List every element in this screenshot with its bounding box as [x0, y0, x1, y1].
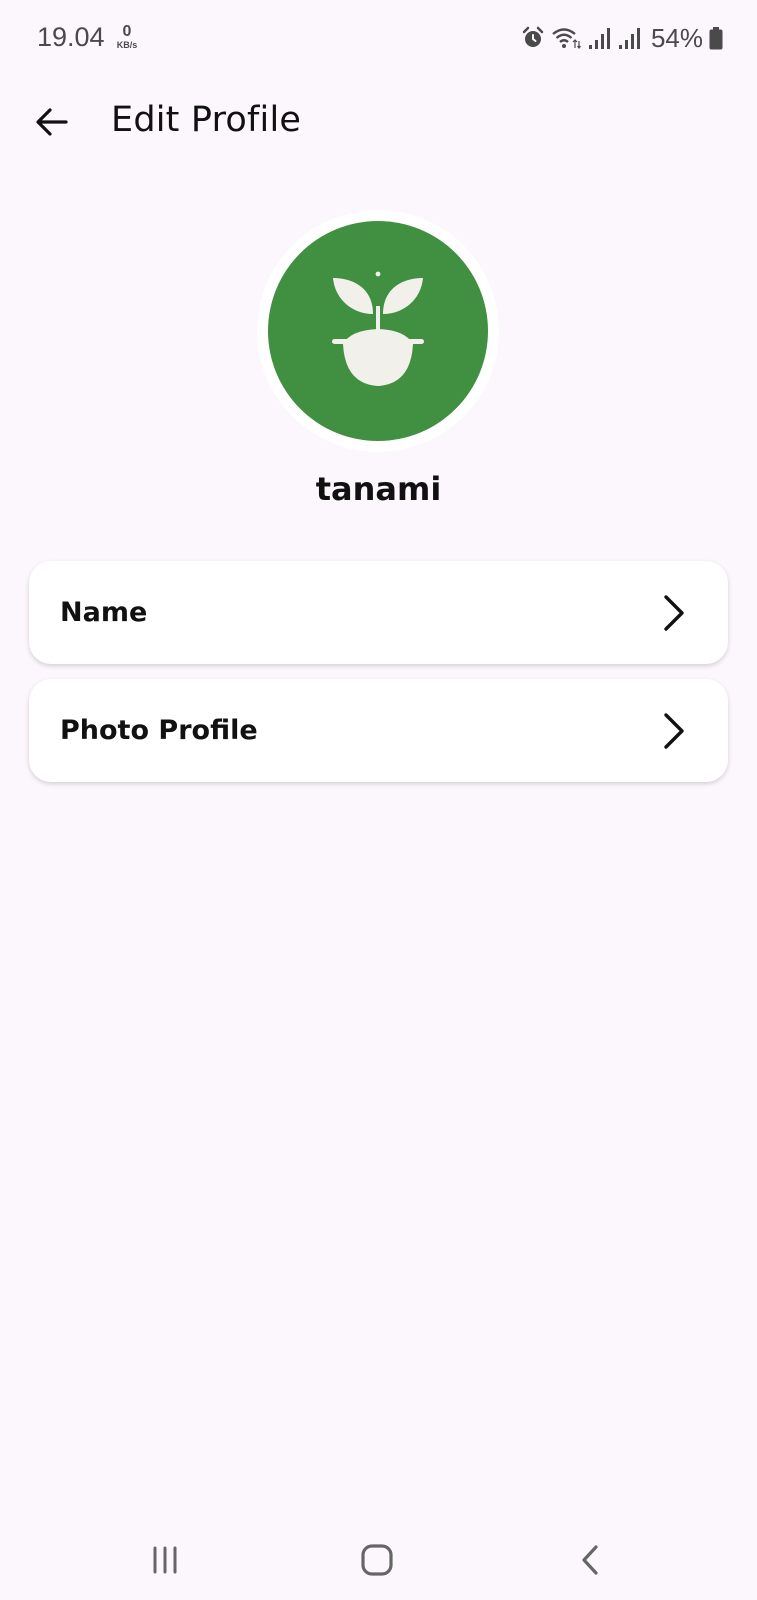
home-button[interactable] [347, 1535, 407, 1585]
signal-icon [618, 28, 640, 49]
wifi-icon [552, 28, 581, 49]
system-back-button[interactable] [560, 1535, 620, 1585]
avatar[interactable] [257, 210, 499, 452]
home-icon [361, 1544, 393, 1576]
system-nav-bar [0, 1520, 757, 1600]
page-title: Edit Profile [111, 100, 302, 140]
back-icon [582, 1545, 598, 1575]
arrow-left-icon [36, 108, 68, 136]
status-icons: 54% [521, 22, 723, 54]
signal-icon [588, 28, 610, 49]
app-bar: Edit Profile [0, 86, 757, 158]
battery-icon [709, 27, 723, 50]
status-time: 19.04 [37, 22, 105, 52]
battery-percent: 54% [650, 22, 703, 53]
menu-item-label: Name [60, 597, 148, 628]
avatar-circle [268, 221, 488, 441]
chevron-right-icon [664, 713, 684, 749]
name-menu-item[interactable]: Name [29, 561, 728, 664]
recent-apps-button[interactable] [135, 1535, 195, 1585]
back-button[interactable] [30, 100, 74, 144]
alarm-icon [522, 26, 544, 47]
status-bar: 19.04 0 KB/s 54% [0, 0, 757, 76]
network-speed-unit: KB/s [116, 40, 138, 50]
recent-apps-icon [153, 1546, 177, 1574]
network-speed-value: 0 [122, 23, 132, 40]
menu-item-label: Photo Profile [60, 715, 258, 746]
username: tanami [315, 470, 442, 508]
sprout-pot-icon [332, 271, 424, 386]
network-speed: 0 KB/s [112, 24, 142, 50]
photo-profile-menu-item[interactable]: Photo Profile [29, 679, 728, 782]
chevron-right-icon [664, 595, 684, 631]
